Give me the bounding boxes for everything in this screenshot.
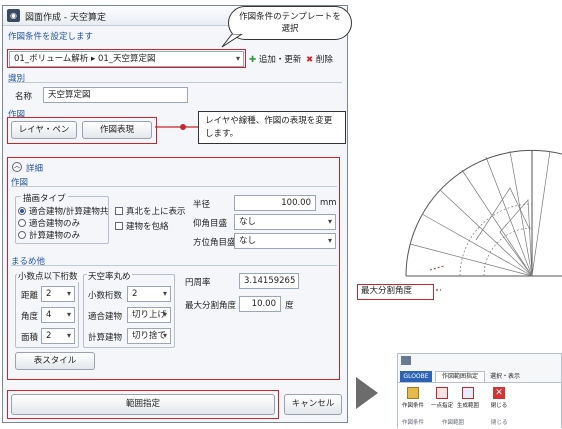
ribbon-group-range: 作図範囲 [442, 420, 465, 426]
layer-callout: レイヤや線種、作図の表現を変更します。 [198, 111, 346, 144]
ribbon-app-tab[interactable]: GLOOBE [400, 371, 432, 382]
max-angle-callout: 最大分割角度 [357, 284, 434, 300]
range-icon [462, 387, 474, 399]
callout-tail-icon [221, 34, 243, 48]
ribbon-btn-point[interactable]: 一点指定 [430, 387, 454, 409]
ribbon-btn-close[interactable]: ✕ 閉じる [488, 387, 510, 409]
point-icon [436, 387, 448, 399]
ribbon-tab-select-view[interactable]: 選択・表示 [490, 371, 520, 382]
sky-diagram [405, 149, 562, 278]
ribbon-group-conditions: 作図条件 [402, 420, 425, 426]
ribbon-btn-conditions[interactable]: 作図条件 [401, 387, 425, 409]
conditions-icon [407, 387, 419, 399]
ribbon: GLOOBE 作図範囲指定 選択・表示 作図条件 一点指定 生成範囲 ✕ 閉じる… [397, 353, 562, 429]
close-icon: ✕ [493, 387, 505, 399]
ribbon-tab-range[interactable]: 作図範囲指定 [435, 371, 485, 382]
arrow-right-icon [356, 377, 378, 409]
ribbon-btn-range[interactable]: 生成範囲 [456, 387, 480, 409]
ribbon-app-icon [401, 356, 411, 365]
ribbon-group-close: 閉じる [491, 420, 508, 426]
